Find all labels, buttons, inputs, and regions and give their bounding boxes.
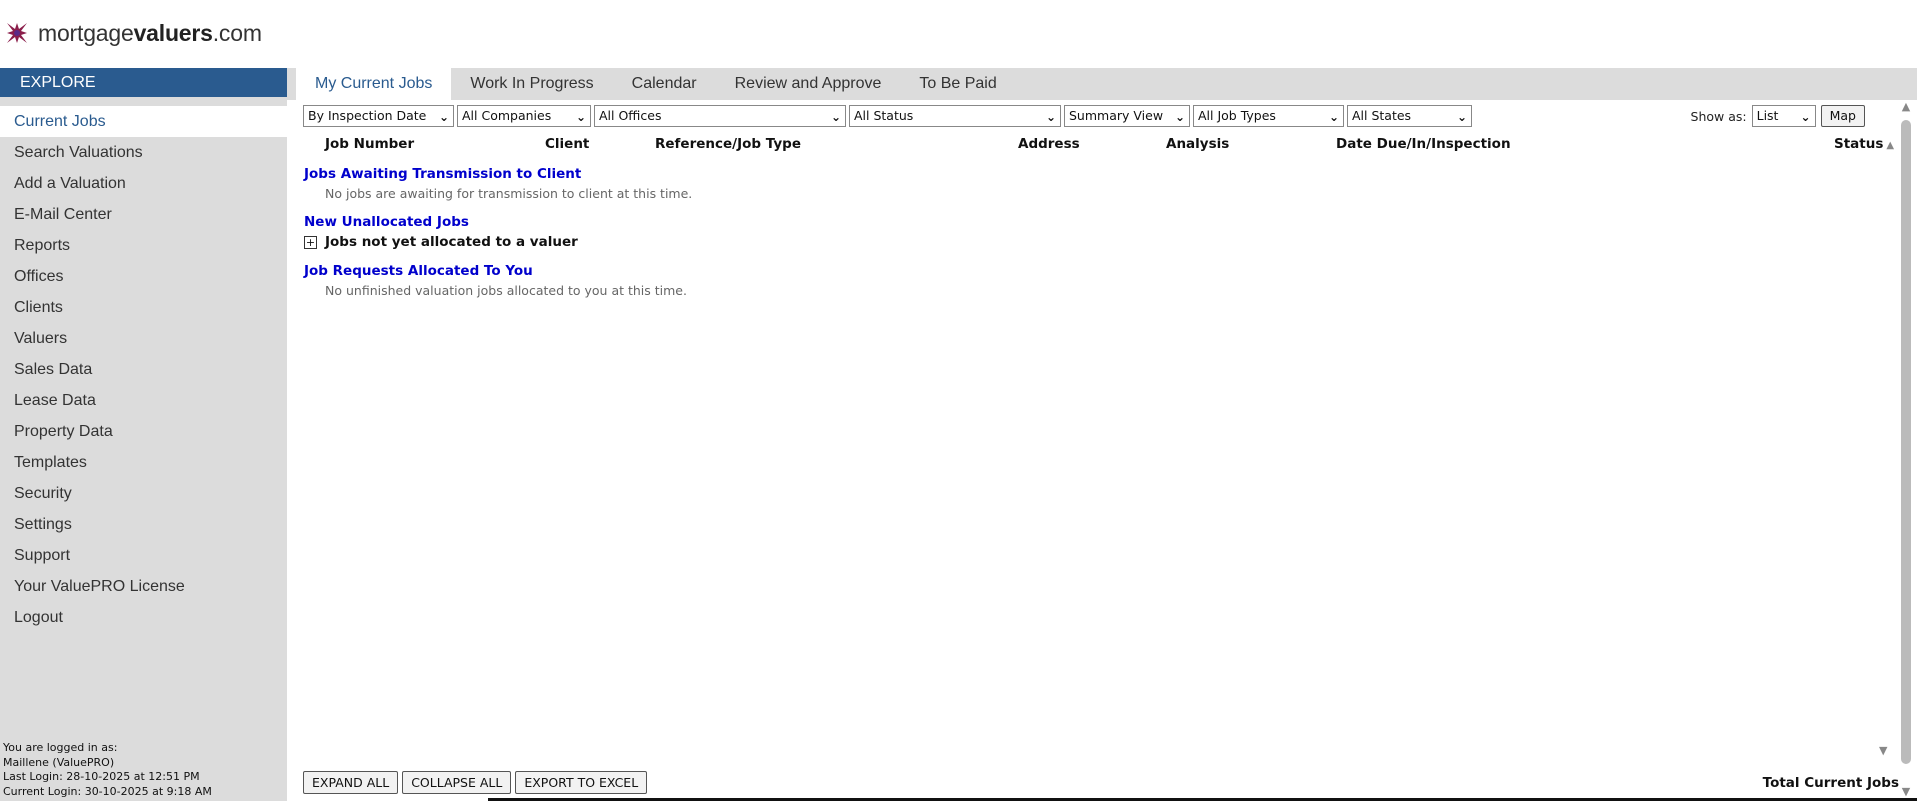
vertical-scrollbar[interactable]: ▲ ▼ [1895,100,1917,801]
chevron-down-icon: ⌄ [1174,110,1185,124]
login-user: Maillene (ValuePRO) [3,755,115,769]
sidebar-item-property-data[interactable]: Property Data [0,416,287,447]
map-button[interactable]: Map [1820,105,1865,127]
sort-select[interactable]: By Inspection Date ⌄ [303,105,454,127]
total-current-jobs: Total Current Jobs [1762,775,1899,791]
bottom-actions: EXPAND ALL COLLAPSE ALL EXPORT TO EXCEL [303,771,648,794]
tab-my-current-jobs[interactable]: My Current Jobs [296,68,452,100]
show-as-select[interactable]: List ⌄ [1751,105,1816,127]
col-job-number[interactable]: Job Number [325,136,414,152]
main-panel: My Current Jobs Work In Progress Calenda… [287,68,1917,801]
expand-all-button[interactable]: EXPAND ALL [303,771,399,794]
tab-to-be-paid[interactable]: To Be Paid [900,68,1015,100]
section-awaiting-title[interactable]: Jobs Awaiting Transmission to Client [304,166,581,182]
sidebar-item-valuers[interactable]: Valuers [0,323,287,354]
expand-plus-icon[interactable]: + [304,235,317,249]
sidebar-item-current-jobs[interactable]: Current Jobs [0,106,287,137]
tab-calendar[interactable]: Calendar [613,68,716,100]
brand-logo[interactable]: mortgagevaluers.com [4,18,262,48]
sidebar-item-security[interactable]: Security [0,478,287,509]
login-label: You are logged in as: [3,741,118,754]
sidebar-item-clients[interactable]: Clients [0,292,287,323]
export-excel-button[interactable]: EXPORT TO EXCEL [515,771,648,794]
tab-review-approve[interactable]: Review and Approve [716,68,901,100]
states-select[interactable]: All States ⌄ [1347,105,1472,127]
sidebar-item-templates[interactable]: Templates [0,447,287,478]
sidebar: EXPLORE Current Jobs Search Valuations A… [0,68,287,801]
sidebar-item-support[interactable]: Support [0,540,287,571]
sidebar-item-license[interactable]: Your ValuePRO License [0,571,287,602]
sidebar-item-logout[interactable]: Logout [0,602,287,633]
sidebar-nav: Current Jobs Search Valuations Add a Val… [0,106,287,633]
last-login: Last Login: 28-10-2025 at 12:51 PM [3,770,200,783]
job-types-select[interactable]: All Job Types ⌄ [1193,105,1344,127]
scroll-thumb[interactable] [1901,120,1911,764]
chevron-down-icon: ⌄ [575,110,586,124]
collapse-all-button[interactable]: COLLAPSE ALL [402,771,512,794]
current-login: Current Login: 30-10-2025 at 9:18 AM [3,784,212,798]
sidebar-item-offices[interactable]: Offices [0,261,287,292]
sidebar-item-add-valuation[interactable]: Add a Valuation [0,168,287,199]
chevron-down-icon: ⌄ [1800,110,1811,124]
section-unallocated-title[interactable]: New Unallocated Jobs [304,214,469,230]
col-date[interactable]: Date Due/In/Inspection [1336,136,1511,152]
scroll-up-icon[interactable]: ▲ [1895,100,1917,116]
chevron-down-icon: ⌄ [1328,110,1339,124]
sidebar-item-sales-data[interactable]: Sales Data [0,354,287,385]
col-client[interactable]: Client [545,136,589,152]
sidebar-item-lease-data[interactable]: Lease Data [0,385,287,416]
chevron-down-icon: ⌄ [830,110,841,124]
sidebar-header: EXPLORE [0,68,287,97]
sidebar-item-settings[interactable]: Settings [0,509,287,540]
brand-name: mortgagevaluers.com [38,19,262,46]
offices-select[interactable]: All Offices ⌄ [594,105,846,127]
section-allocated-note: No unfinished valuation jobs allocated t… [325,283,687,298]
sidebar-item-reports[interactable]: Reports [0,230,287,261]
col-status[interactable]: Status ▲ [1834,136,1894,152]
col-analysis[interactable]: Analysis [1166,136,1229,152]
logo-mark-icon [7,23,27,43]
sidebar-item-search-valuations[interactable]: Search Valuations [0,137,287,168]
section-awaiting-note: No jobs are awaiting for transmission to… [325,186,693,201]
unallocated-expander[interactable]: + Jobs not yet allocated to a valuer [304,234,578,250]
show-as-group: Show as: List ⌄ Map [1691,105,1865,127]
login-info: You are logged in as: Maillene (ValuePRO… [3,741,212,799]
inner-scroll-down-icon[interactable]: ▼ [1879,744,1887,757]
status-select[interactable]: All Status ⌄ [849,105,1061,127]
app-header: mortgagevaluers.com [0,0,1917,62]
sort-up-icon: ▲ [1886,140,1895,151]
view-select[interactable]: Summary View ⌄ [1064,105,1190,127]
col-reference[interactable]: Reference/Job Type [655,136,801,152]
chevron-down-icon: ⌄ [1456,110,1467,124]
sidebar-item-email-center[interactable]: E-Mail Center [0,199,287,230]
tab-work-in-progress[interactable]: Work In Progress [451,68,612,100]
chevron-down-icon: ⌄ [438,110,449,124]
show-as-label: Show as: [1690,108,1747,124]
tab-bar: My Current Jobs Work In Progress Calenda… [287,68,1917,100]
col-address[interactable]: Address [1018,136,1080,152]
companies-select[interactable]: All Companies ⌄ [457,105,591,127]
unallocated-expander-label: Jobs not yet allocated to a valuer [325,234,578,250]
section-allocated-title[interactable]: Job Requests Allocated To You [304,263,533,279]
chevron-down-icon: ⌄ [1045,110,1056,124]
filter-bar: By Inspection Date ⌄ All Companies ⌄ All O… [303,105,1472,127]
